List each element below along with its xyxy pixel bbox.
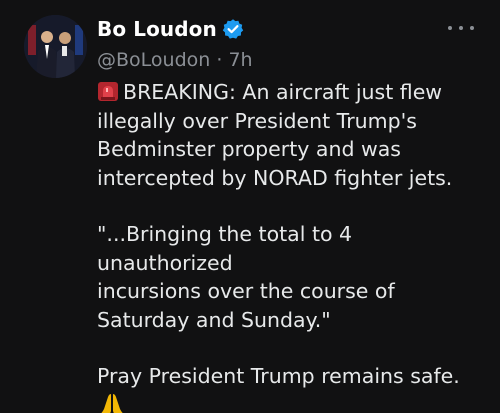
tweet-line: intercepted by NORAD fighter jets. [97, 165, 453, 190]
tweet-line [97, 391, 482, 413]
tweet-line: Pray President Trump remains safe. [97, 364, 460, 388]
folded-hands-icon [97, 391, 127, 413]
tweet-line-text: BREAKING: An aircraft just flew [123, 80, 443, 104]
tweet-line: "...Bringing the total to 4 unauthorized [97, 222, 353, 275]
tweet-paragraph-quote: "...Bringing the total to 4 unauthorized… [97, 220, 482, 334]
tweet-card[interactable]: Bo Loudon @BoLoudon · 7h BREAKING: An ai… [0, 0, 500, 413]
tweet-header: Bo Loudon @BoLoudon · 7h [97, 14, 480, 74]
profile-photo-icon [24, 15, 87, 78]
tweet-line: Bedminster property and was [97, 137, 401, 161]
handle[interactable]: @BoLoudon [97, 49, 210, 71]
tweet-line: illegally over President Trump's [97, 108, 417, 133]
more-options-button[interactable] [448, 18, 474, 38]
separator: · [210, 49, 229, 71]
name-row: Bo Loudon [97, 14, 480, 44]
more-horizontal-icon [448, 26, 452, 30]
handle-row: @BoLoudon · 7h [97, 46, 480, 74]
more-dot [470, 26, 474, 30]
timestamp[interactable]: 7h [228, 49, 252, 71]
tweet-line: incursions over the course of [97, 279, 395, 303]
display-name[interactable]: Bo Loudon [97, 17, 217, 41]
tweet-paragraph-breaking: BREAKING: An aircraft just flew illegall… [97, 78, 482, 192]
rotating-light-icon [97, 80, 119, 102]
tweet-paragraph-closing: Pray President Trump remains safe. [97, 362, 482, 413]
more-dot [459, 26, 463, 30]
tweet-line: Saturday and Sunday." [97, 307, 331, 332]
avatar[interactable] [24, 15, 87, 78]
verified-badge-icon [222, 18, 244, 40]
tweet-text: BREAKING: An aircraft just flew illegall… [97, 78, 482, 413]
tweet-line: BREAKING: An aircraft just flew [97, 78, 482, 107]
